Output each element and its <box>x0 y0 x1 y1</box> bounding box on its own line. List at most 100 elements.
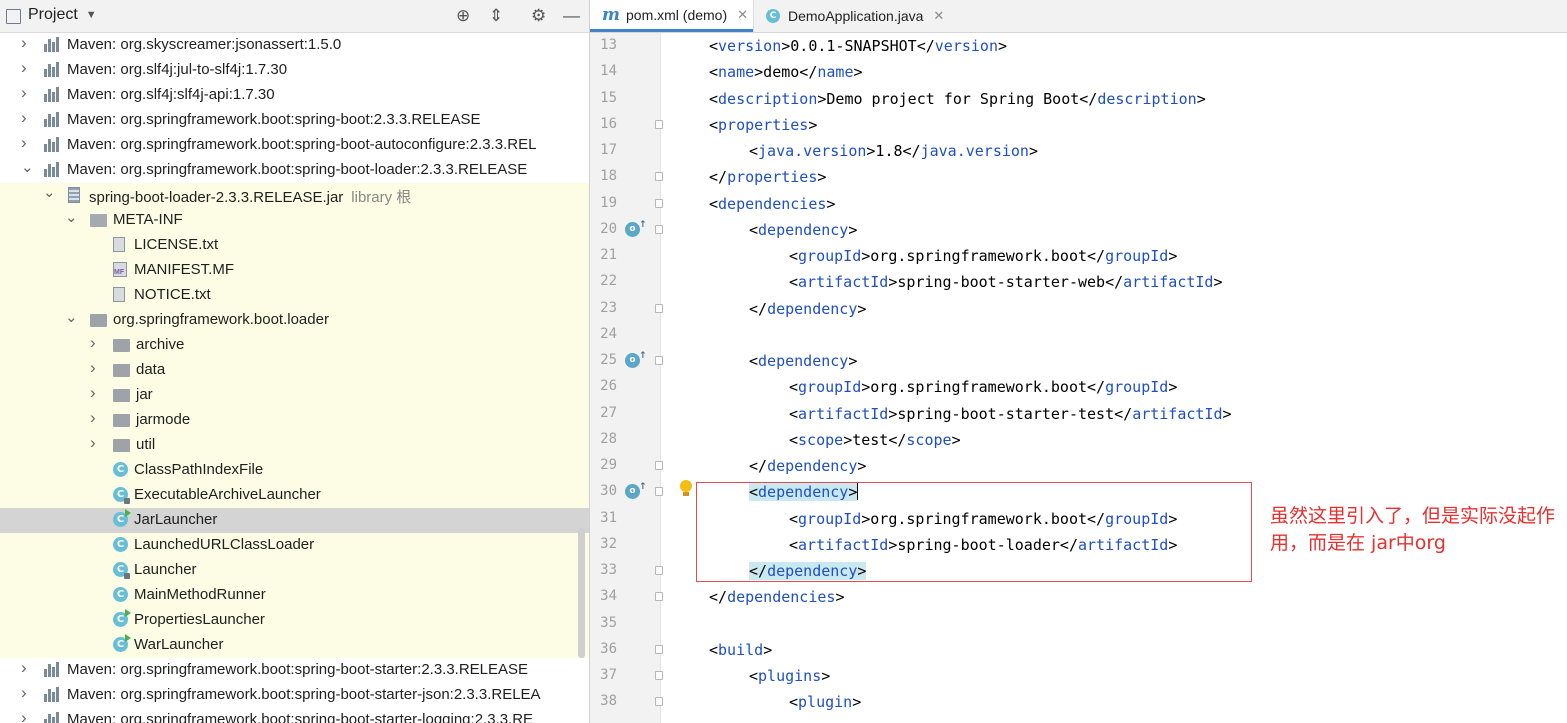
chevron-right-icon[interactable]: › <box>21 108 27 128</box>
chevron-down-icon[interactable]: ⌄ <box>43 183 56 201</box>
code-line[interactable]: 20 o ↑ <dependency> <box>590 217 1567 243</box>
fold-marker-icon[interactable] <box>655 224 663 234</box>
maven-library-icon <box>44 37 61 52</box>
chevron-right-icon[interactable]: › <box>21 683 27 703</box>
tree-node[interactable]: › jarmode <box>0 408 589 433</box>
tree-node[interactable]: C ExecutableArchiveLauncher <box>0 483 589 508</box>
code-line[interactable]: 15 <description>Demo project for Spring B… <box>590 86 1567 112</box>
chevron-down-icon[interactable]: ⌄ <box>65 208 78 226</box>
tree-node[interactable]: C PropertiesLauncher <box>0 608 589 633</box>
code-line[interactable]: 34 </dependencies> <box>590 584 1567 610</box>
tree-node[interactable]: › Maven: org.springframework.boot:spring-… <box>0 658 589 683</box>
collapse-all-icon[interactable]: ⇕ <box>489 6 503 26</box>
chevron-right-icon[interactable]: › <box>21 658 27 678</box>
chevron-right-icon[interactable]: › <box>21 58 27 78</box>
lightbulb-icon[interactable] <box>680 480 692 496</box>
tab-pom-xml[interactable]: m pom.xml (demo) ✕ <box>590 0 753 32</box>
tree-node[interactable]: C LaunchedURLClassLoader <box>0 533 589 558</box>
tree-node[interactable]: C ClassPathIndexFile <box>0 458 589 483</box>
fold-marker-icon[interactable] <box>655 697 663 707</box>
line-number: 15 <box>600 89 617 106</box>
code-line[interactable]: 24 <box>590 322 1567 348</box>
implemented-icon[interactable]: o ↑ <box>625 351 647 368</box>
fold-marker-icon[interactable] <box>655 566 663 575</box>
chevron-down-icon[interactable]: ⌄ <box>65 308 78 326</box>
code-line[interactable]: 26 <groupId>org.springframework.boot</gro… <box>590 374 1567 400</box>
gear-icon[interactable]: ⚙ <box>531 6 546 26</box>
code-line[interactable]: 18 </properties> <box>590 164 1567 190</box>
tree-node-text: Maven: org.springframework.boot:spring-b… <box>67 711 534 723</box>
tab-demoapplication-java[interactable]: C DemoApplication.java ✕ <box>753 0 949 32</box>
tree-node[interactable]: C Launcher <box>0 558 589 583</box>
code-line[interactable]: 22 <artifactId>spring-boot-starter-web</a… <box>590 269 1567 295</box>
chevron-right-icon[interactable]: › <box>90 408 96 428</box>
fold-marker-icon[interactable] <box>655 198 663 208</box>
tree-node[interactable]: C WarLauncher <box>0 633 589 658</box>
implemented-icon[interactable]: o ↑ <box>625 220 647 237</box>
fold-marker-icon[interactable] <box>655 461 663 470</box>
tree-node[interactable]: ⌄ META-INF <box>0 208 589 233</box>
tree-node[interactable]: › util <box>0 433 589 458</box>
tree-node[interactable]: › jar <box>0 383 589 408</box>
tree-node[interactable]: › Maven: org.springframework.boot:spring-… <box>0 133 589 158</box>
project-view-selector[interactable]: Project ▼ <box>6 6 97 24</box>
chevron-right-icon[interactable]: › <box>21 708 27 723</box>
code-line[interactable]: 27 <artifactId>spring-boot-starter-test</… <box>590 401 1567 427</box>
code-line[interactable]: 28 <scope>test</scope> <box>590 427 1567 453</box>
fold-marker-icon[interactable] <box>655 303 663 313</box>
chevron-down-icon[interactable]: ▼ <box>86 9 97 21</box>
code-line[interactable]: 19 <dependencies> <box>590 191 1567 217</box>
implemented-icon[interactable]: o ↑ <box>625 482 647 500</box>
code-line[interactable]: 25 o ↑ <dependency> <box>590 348 1567 374</box>
tree-node[interactable]: ⌄ Maven: org.springframework.boot:spring-… <box>0 158 589 183</box>
code-line[interactable]: 17 <java.version>1.8</java.version> <box>590 138 1567 164</box>
fold-marker-icon[interactable] <box>655 592 663 602</box>
code-line[interactable]: 29 </dependency> <box>590 453 1567 479</box>
hide-panel-icon[interactable]: — <box>563 6 580 26</box>
code-line[interactable]: 16 <properties> <box>590 112 1567 138</box>
fold-marker-icon[interactable] <box>655 644 663 654</box>
chevron-right-icon[interactable]: › <box>21 133 27 153</box>
tree-node[interactable]: › data <box>0 358 589 383</box>
code-line[interactable]: 37 <plugins> <box>590 663 1567 689</box>
chevron-right-icon[interactable]: › <box>90 383 96 403</box>
code-line[interactable]: 36 <build> <box>590 637 1567 663</box>
line-number: 31 <box>600 509 617 526</box>
chevron-right-icon[interactable]: › <box>90 358 96 378</box>
tree-node[interactable]: › Maven: org.slf4j:jul-to-slf4j:1.7.30 <box>0 58 589 83</box>
locate-icon[interactable]: ⊕ <box>456 6 470 26</box>
code-line[interactable]: 13 <version>0.0.1-SNAPSHOT</version> <box>590 33 1567 59</box>
fold-marker-icon[interactable] <box>655 356 663 365</box>
tree-node[interactable]: › Maven: org.springframework.boot:spring-… <box>0 708 589 723</box>
code-line[interactable]: 38 <plugin> <box>590 689 1567 715</box>
tree-scrollbar[interactable] <box>578 528 585 658</box>
tree-node[interactable]: C MainMethodRunner <box>0 583 589 608</box>
chevron-down-icon[interactable]: ⌄ <box>21 158 34 176</box>
fold-marker-icon[interactable] <box>655 119 663 129</box>
fold-marker-icon[interactable] <box>655 671 663 680</box>
code-line[interactable]: 21 <groupId>org.springframework.boot</gro… <box>590 243 1567 269</box>
tree-node[interactable]: › Maven: org.skyscreamer:jsonassert:1.5.0 <box>0 33 589 58</box>
project-icon <box>6 8 21 24</box>
chevron-right-icon[interactable]: › <box>21 33 27 53</box>
chevron-right-icon[interactable]: › <box>90 333 96 353</box>
code-line[interactable]: 23 </dependency> <box>590 296 1567 322</box>
tree-node[interactable]: › Maven: org.springframework.boot:spring-… <box>0 683 589 708</box>
tree-node[interactable]: › archive <box>0 333 589 358</box>
close-icon[interactable]: ✕ <box>933 8 944 24</box>
tree-node[interactable]: NOTICE.txt <box>0 283 589 308</box>
close-icon[interactable]: ✕ <box>737 7 748 23</box>
fold-marker-icon[interactable] <box>655 172 663 182</box>
tree-node[interactable]: LICENSE.txt <box>0 233 589 258</box>
tree-node[interactable]: › Maven: org.slf4j:slf4j-api:1.7.30 <box>0 83 589 108</box>
tree-node[interactable]: MF MANIFEST.MF <box>0 258 589 283</box>
code-line[interactable]: 35 <box>590 611 1567 637</box>
tree-node[interactable]: ⌄ org.springframework.boot.loader <box>0 308 589 333</box>
code-line[interactable]: 14 <name>demo</name> <box>590 59 1567 85</box>
chevron-right-icon[interactable]: › <box>21 83 27 103</box>
chevron-right-icon[interactable]: › <box>90 433 96 453</box>
fold-marker-icon[interactable] <box>655 487 663 497</box>
tree-node[interactable]: › Maven: org.springframework.boot:spring-… <box>0 108 589 133</box>
tree-node[interactable]: C JarLauncher <box>0 508 589 533</box>
tree-node[interactable]: ⌄ spring-boot-loader-2.3.3.RELEASE.jar lib… <box>0 183 589 208</box>
